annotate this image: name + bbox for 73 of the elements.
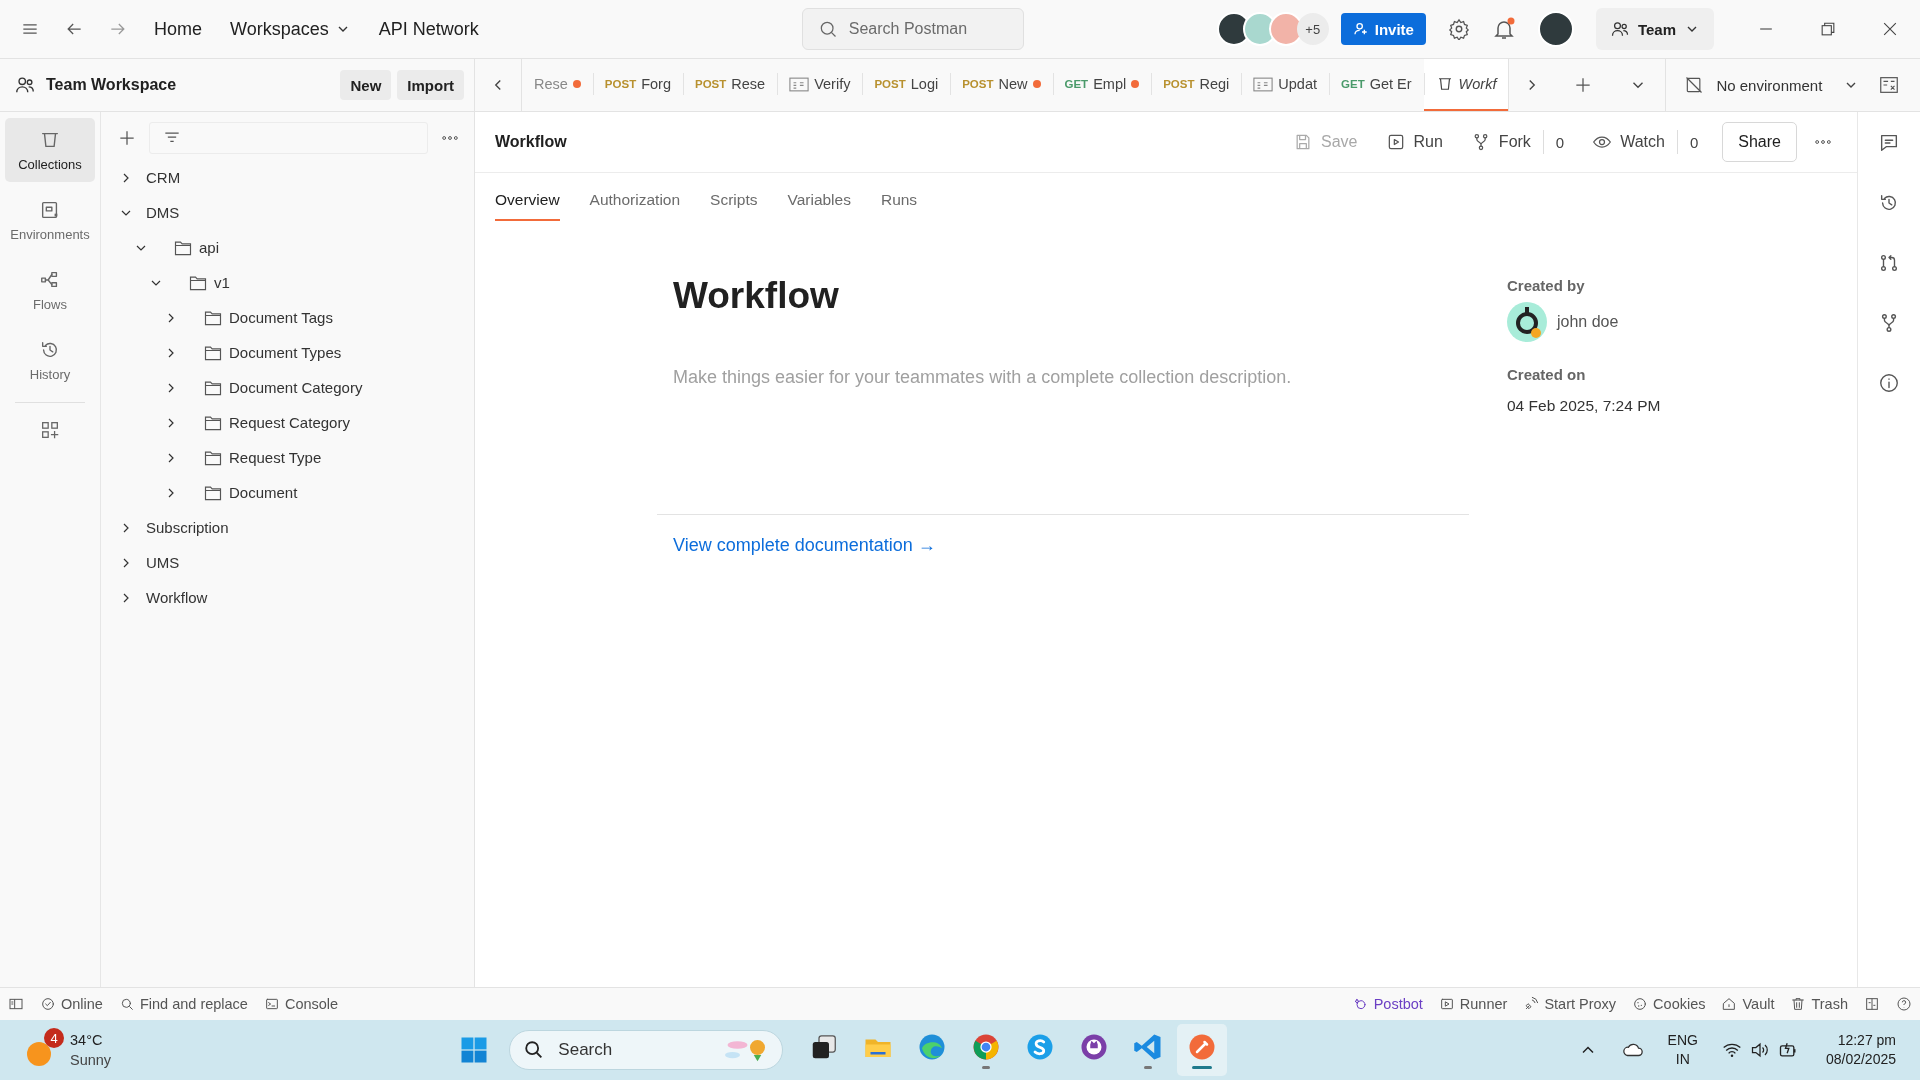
created-date: 04 Feb 2025, 7:24 PM: [1507, 397, 1661, 415]
page-heading: Workflow: [673, 275, 840, 317]
section-tab[interactable]: Runs: [880, 185, 918, 221]
sidebar-tab[interactable]: Collections: [5, 118, 95, 182]
request-tab[interactable]: POST New: [950, 59, 1053, 111]
toolbar-button[interactable]: Fork: [1470, 132, 1531, 152]
sidebar-tab[interactable]: Flows: [5, 258, 95, 322]
invite-button[interactable]: Invite: [1340, 13, 1426, 45]
tree-item[interactable]: Request Type: [229, 449, 322, 466]
team-button[interactable]: Team: [1595, 8, 1714, 50]
request-tab[interactable]: Verify: [777, 59, 863, 111]
status-bar-button[interactable]: Find and replace: [118, 996, 248, 1012]
request-tab[interactable]: GET Empl: [1052, 59, 1152, 111]
workspace-button[interactable]: New: [340, 70, 392, 100]
nav-link[interactable]: Home: [152, 14, 204, 44]
documentation-link[interactable]: View complete documentation →: [673, 535, 936, 556]
workspace-button[interactable]: Import: [397, 70, 464, 100]
status-bar-button[interactable]: Runner: [1438, 996, 1508, 1012]
request-tab[interactable]: POST Logi: [862, 59, 951, 111]
region-indicator[interactable]: IN: [1675, 1050, 1690, 1069]
tree-item[interactable]: v1: [214, 274, 230, 291]
request-tab[interactable]: Workf: [1423, 59, 1509, 111]
request-tab[interactable]: Updat: [1241, 59, 1330, 111]
language-indicator[interactable]: ENG: [1667, 1031, 1698, 1050]
tree-item[interactable]: Request Category: [229, 414, 350, 431]
collection-title: Workflow: [495, 133, 567, 151]
tree-item[interactable]: Document Category: [229, 379, 363, 396]
sidebar-tab[interactable]: Environments: [5, 188, 95, 252]
request-tab[interactable]: POST Forg: [592, 59, 683, 111]
tree-item[interactable]: Subscription: [146, 519, 229, 536]
search-field[interactable]: Search Postman: [801, 8, 1024, 50]
status-bar-button[interactable]: Vault: [1721, 996, 1775, 1012]
weather-condition[interactable]: Sunny: [70, 1050, 112, 1070]
tree-item[interactable]: Workflow: [146, 589, 208, 606]
section-tab[interactable]: Overview: [495, 185, 560, 221]
clock-time[interactable]: 12:27 pm: [1837, 1031, 1896, 1050]
tree-item[interactable]: CRM: [146, 169, 181, 186]
taskbar-search-field[interactable]: Search: [509, 1030, 784, 1070]
request-tab[interactable]: POST Rese: [683, 59, 778, 111]
tree-item[interactable]: DMS: [146, 204, 180, 221]
section-tab[interactable]: Scripts: [710, 185, 758, 221]
status-bar-button[interactable]: Cookies: [1632, 996, 1706, 1012]
count-label: 0: [1542, 130, 1565, 154]
author-name: john doe: [1557, 313, 1619, 331]
tree-item[interactable]: Document Tags: [229, 309, 333, 326]
tree-item[interactable]: api: [199, 239, 220, 256]
toolbar-button[interactable]: Run: [1385, 132, 1443, 152]
count-label: 0: [1676, 130, 1699, 154]
status-bar-button[interactable]: Postbot: [1352, 996, 1423, 1012]
tree-item[interactable]: Document: [229, 484, 298, 501]
status-bar-button[interactable]: Start Proxy: [1523, 996, 1617, 1012]
status-bar-button[interactable]: Trash: [1790, 996, 1848, 1012]
toolbar-button[interactable]: Watch: [1592, 132, 1665, 152]
share-button[interactable]: Share: [1722, 122, 1797, 162]
meta-label: Created by: [1507, 277, 1586, 294]
temperature[interactable]: 34°C: [70, 1030, 112, 1050]
nav-link[interactable]: API Network: [376, 14, 481, 44]
more-users-count[interactable]: +5: [1296, 13, 1329, 45]
status-bar-button[interactable]: Console: [263, 996, 339, 1012]
tree-item[interactable]: UMS: [146, 554, 180, 571]
request-tab[interactable]: GET Get Er: [1329, 59, 1424, 111]
section-tab[interactable]: Authorization: [589, 185, 681, 221]
section-tab[interactable]: Variables: [787, 185, 851, 221]
meta-label: Created on: [1507, 366, 1587, 383]
environment-select[interactable]: No environment: [1665, 59, 1878, 111]
status-bar-button[interactable]: Online: [40, 996, 103, 1012]
request-tab[interactable]: POST Regi: [1151, 59, 1242, 111]
workspace-title: Team Workspace: [46, 76, 177, 94]
clock-date[interactable]: 08/02/2025: [1825, 1050, 1896, 1069]
notification-badge: 4: [44, 1028, 64, 1048]
nav-link[interactable]: Workspaces: [228, 14, 353, 44]
tree-item[interactable]: Document Types: [229, 344, 342, 361]
sidebar-tab[interactable]: History: [5, 328, 95, 392]
